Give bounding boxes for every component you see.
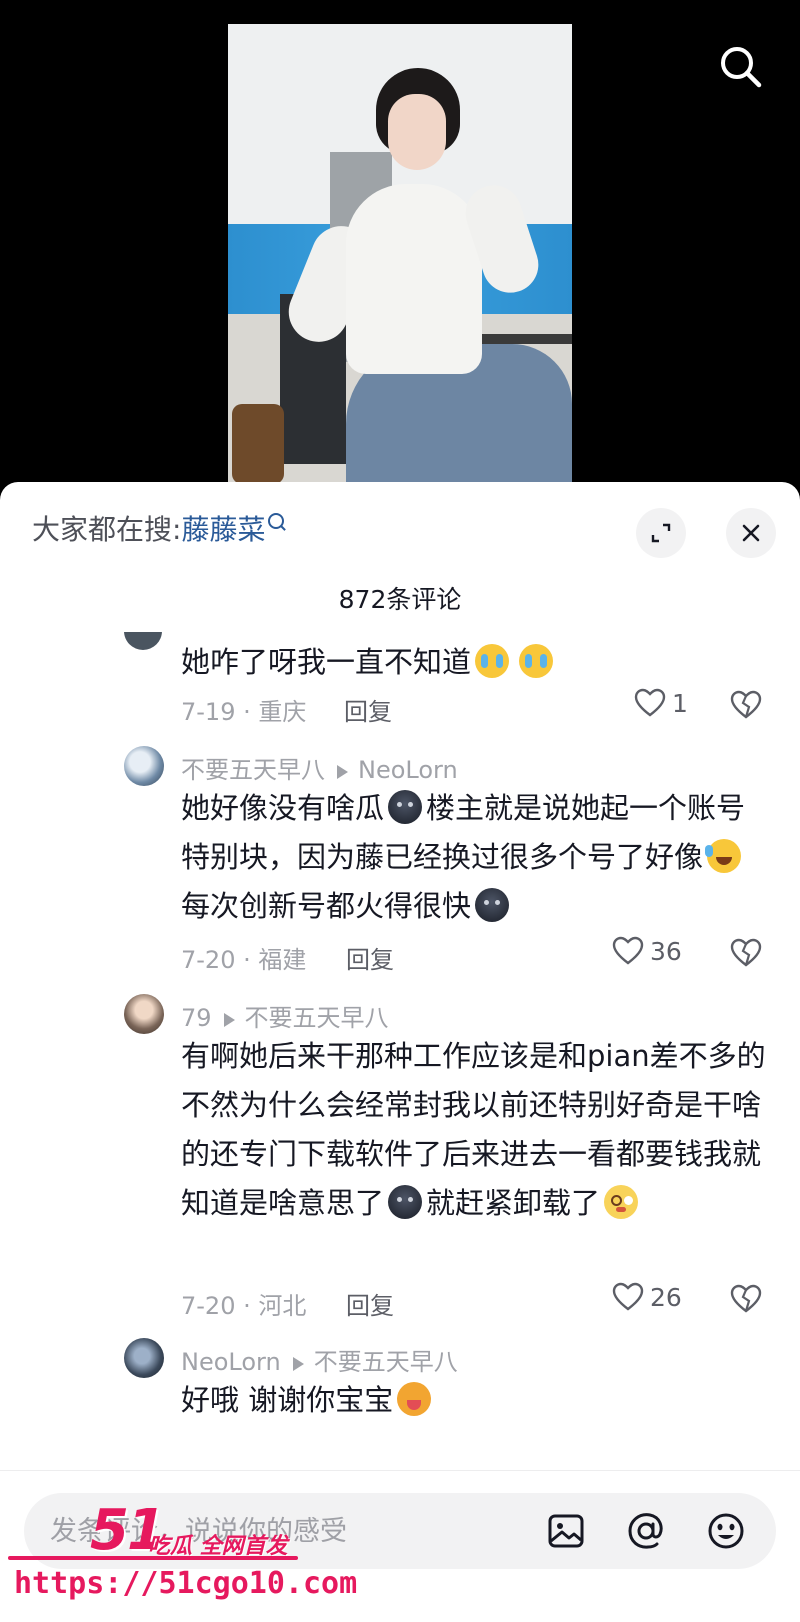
comment-date-location: 7-19 · 重庆 bbox=[181, 698, 307, 726]
reply-arrow-icon bbox=[223, 1013, 235, 1027]
heart-icon bbox=[612, 1282, 644, 1311]
comment-sheet: 大家都在搜:藤藤菜 872条评论 她咋了呀我一直不知道 7-19 · 重庆 回复… bbox=[0, 482, 800, 1622]
like-button[interactable]: 36 bbox=[612, 936, 682, 966]
comment-text: 她好像没有啥瓜 楼主就是说她起一个账号特别块，因为藤已经换过很多个号了好像每次创新… bbox=[181, 790, 746, 923]
comment-author[interactable]: NeoLorn 不要五天早八 bbox=[181, 1342, 458, 1377]
reply-button[interactable]: 回复 bbox=[344, 692, 392, 727]
comment-text: 好哦 谢谢你宝宝 bbox=[181, 1376, 771, 1425]
like-button[interactable]: 1 bbox=[634, 688, 688, 718]
hot-search-prefix: 大家都在搜: bbox=[32, 513, 182, 546]
comment-date-location: 7-20 · 福建 bbox=[181, 946, 307, 974]
tiger-emoji-icon bbox=[397, 1382, 432, 1416]
heart-icon bbox=[612, 936, 644, 965]
dark-face-emoji-icon bbox=[388, 790, 423, 824]
dislike-icon[interactable] bbox=[730, 938, 762, 968]
like-count: 26 bbox=[650, 1282, 682, 1312]
hot-search-bar[interactable]: 大家都在搜:藤藤菜 bbox=[32, 508, 285, 548]
dark-face-emoji-icon bbox=[475, 888, 510, 922]
laugh-cry-emoji-icon bbox=[705, 839, 742, 873]
avatar[interactable] bbox=[124, 994, 164, 1034]
heart-icon bbox=[634, 688, 666, 717]
flushed-emoji-icon bbox=[604, 1185, 639, 1219]
comment-author[interactable]: 79 不要五天早八 bbox=[181, 998, 389, 1033]
expand-button[interactable] bbox=[636, 508, 686, 558]
avatar[interactable] bbox=[124, 746, 164, 786]
comment-list[interactable]: 她咋了呀我一直不知道 7-19 · 重庆 回复 1 不要五天早八 NeoLorn … bbox=[0, 632, 800, 1470]
at-icon[interactable] bbox=[622, 1507, 670, 1555]
image-icon[interactable] bbox=[542, 1507, 590, 1555]
dark-face-emoji-icon bbox=[388, 1185, 423, 1219]
video-player[interactable] bbox=[0, 0, 800, 490]
dislike-icon[interactable] bbox=[730, 1284, 762, 1314]
like-button[interactable]: 26 bbox=[612, 1282, 682, 1312]
comment-text: 她咋了呀我一直不知道 bbox=[181, 638, 771, 687]
avatar[interactable] bbox=[124, 1338, 164, 1378]
avatar[interactable] bbox=[124, 632, 162, 650]
watermark-url: https://51cgo10.com bbox=[14, 1566, 358, 1601]
dislike-icon[interactable] bbox=[730, 690, 762, 720]
like-count: 1 bbox=[672, 688, 688, 718]
reply-button[interactable]: 回复 bbox=[346, 940, 394, 975]
reply-button[interactable]: 回复 bbox=[346, 1286, 394, 1321]
video-frame[interactable] bbox=[228, 24, 572, 490]
video-person-face bbox=[388, 94, 446, 170]
hot-search-keyword[interactable]: 藤藤菜 bbox=[181, 513, 265, 546]
emoji-icon[interactable] bbox=[702, 1507, 750, 1555]
hot-search-icon bbox=[268, 513, 285, 529]
search-icon[interactable] bbox=[718, 44, 764, 90]
video-person-shirt bbox=[346, 184, 482, 374]
watermark-underline bbox=[8, 1556, 298, 1560]
comment-count: 872条评论 bbox=[338, 585, 462, 614]
like-count: 36 bbox=[650, 936, 682, 966]
expand-icon bbox=[651, 523, 671, 543]
cry-emoji-icon bbox=[519, 644, 554, 678]
comment-text: 有啊她后来干那种工作应该是和pian差不多的不然为什么会经常封我以前还特别好奇是… bbox=[181, 1039, 766, 1220]
reply-arrow-icon bbox=[337, 765, 348, 779]
comment-author[interactable]: 不要五天早八 NeoLorn bbox=[181, 750, 458, 785]
comment-date-location: 7-20 · 河北 bbox=[181, 1292, 307, 1320]
video-stool bbox=[232, 404, 284, 484]
close-button[interactable] bbox=[726, 508, 776, 558]
reply-arrow-icon bbox=[292, 1357, 304, 1371]
close-icon bbox=[742, 524, 760, 542]
video-table bbox=[478, 334, 572, 344]
cry-emoji-icon bbox=[475, 644, 510, 678]
